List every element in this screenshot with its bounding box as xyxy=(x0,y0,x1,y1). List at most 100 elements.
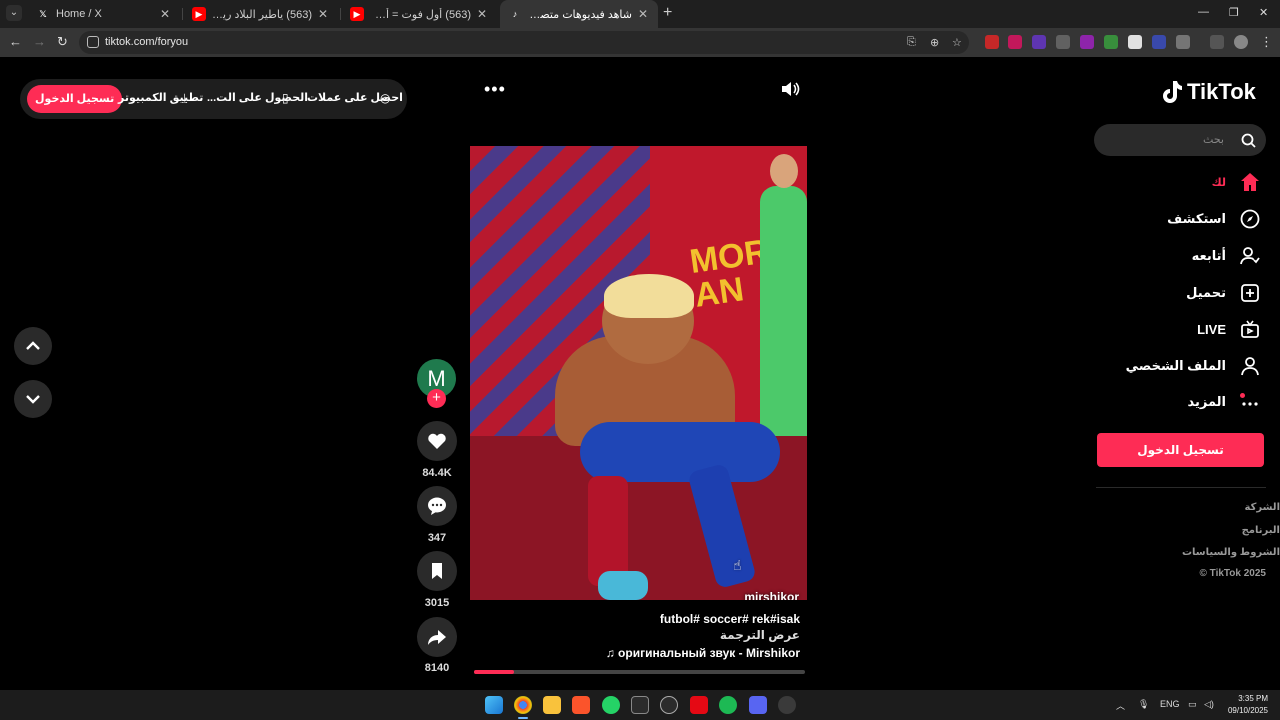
browser-tab-strip: ⌄ 𝕏 Home / X ✕ ▶ (563) ياطير البلاد ريمك… xyxy=(0,0,1280,28)
sidebar-item-for-you[interactable]: لك xyxy=(1212,170,1260,194)
tray-overflow-icon[interactable]: ︿ xyxy=(1116,699,1125,712)
sidebar-item-profile[interactable]: الملف الشخصي xyxy=(1126,354,1260,378)
sidebar-item-label: لك xyxy=(1211,176,1226,189)
like-count: 84.4K xyxy=(422,467,452,479)
search-icon xyxy=(1241,133,1256,148)
sidebar-item-more[interactable]: المزيد xyxy=(1187,390,1260,414)
close-window-icon[interactable]: ✕ xyxy=(1259,6,1268,19)
microphone-icon[interactable]: 🎙 xyxy=(1138,699,1149,710)
network-icon[interactable]: ▭ xyxy=(1188,699,1197,710)
follow-plus-icon[interactable]: + xyxy=(427,389,446,408)
video-player[interactable]: MORE AN mirshikor xyxy=(470,146,807,600)
login-button-sidebar[interactable]: تسجيل الدخول xyxy=(1097,433,1264,467)
desktop-app-link[interactable]: تطبيق الكمبيوتر xyxy=(118,91,203,104)
brave-icon[interactable] xyxy=(572,696,590,714)
windows-start-icon[interactable] xyxy=(485,696,503,714)
share-icon xyxy=(428,630,446,645)
comment-button[interactable] xyxy=(417,486,457,526)
bookmark-star-icon[interactable]: ☆ xyxy=(952,36,962,49)
sidebar-item-explore[interactable]: استكشف xyxy=(1167,207,1260,231)
get-app-link[interactable]: الحصول على الت... xyxy=(207,91,308,104)
new-tab-icon[interactable]: + xyxy=(663,4,672,22)
translate-link[interactable]: عرض الترجمة xyxy=(720,628,800,642)
file-explorer-icon[interactable] xyxy=(543,696,561,714)
reading-list-icon[interactable] xyxy=(1210,35,1224,49)
restore-icon[interactable]: ❐ xyxy=(1229,6,1239,19)
profile-avatar-icon[interactable] xyxy=(1234,35,1248,49)
volume-icon[interactable] xyxy=(780,81,800,102)
login-button-top[interactable]: تسجيل الدخول xyxy=(27,85,123,113)
spotify-icon[interactable] xyxy=(719,696,737,714)
address-bar[interactable]: tiktok.com/foryou ⎘ ⊕ ☆ xyxy=(79,31,969,54)
live-icon xyxy=(1240,319,1260,339)
extension-icon[interactable] xyxy=(1008,35,1022,49)
search-input[interactable]: بحث xyxy=(1094,124,1266,156)
like-button[interactable] xyxy=(417,421,457,461)
video-sound[interactable]: ♫ оригинальный звук - Mirshikor xyxy=(606,646,800,660)
system-clock[interactable]: 3:35 PM 09/10/2025 xyxy=(1228,693,1268,717)
footer-terms-link[interactable]: الشروط والسياسات xyxy=(1182,547,1280,558)
app-icon[interactable] xyxy=(778,696,796,714)
clock-date: 09/10/2025 xyxy=(1227,706,1268,715)
tab-youtube-1[interactable]: ▶ (563) ياطير البلاد ريمكس / YouTube ✕ xyxy=(184,0,338,28)
extension-icon[interactable] xyxy=(1080,35,1094,49)
sidebar-item-live[interactable]: LIVE xyxy=(1197,317,1260,341)
app-icon[interactable] xyxy=(631,696,649,714)
heart-icon xyxy=(428,433,446,449)
minimize-icon[interactable]: — xyxy=(1198,6,1209,18)
chrome-icon[interactable] xyxy=(514,696,532,719)
tab-x[interactable]: 𝕏 Home / X ✕ xyxy=(28,0,180,28)
extensions-puzzle-icon[interactable] xyxy=(1176,35,1190,49)
notification-dot xyxy=(1240,393,1245,398)
video-author[interactable]: mirshikor xyxy=(744,590,799,600)
save-button[interactable] xyxy=(417,551,457,591)
close-tab-icon[interactable]: ✕ xyxy=(158,7,172,21)
share-button[interactable] xyxy=(417,617,457,657)
video-hashtags[interactable]: futbol# soccer# rek#isak xyxy=(660,612,800,626)
speaker-icon[interactable]: ◁) xyxy=(1204,699,1214,710)
video-frame-player xyxy=(604,274,694,318)
close-tab-icon[interactable]: ✕ xyxy=(475,7,489,21)
phone-icon: ▯ xyxy=(282,91,289,105)
site-info-icon[interactable] xyxy=(87,36,99,48)
whatsapp-icon[interactable] xyxy=(602,696,620,714)
extension-icon[interactable] xyxy=(1152,35,1166,49)
close-tab-icon[interactable]: ✕ xyxy=(636,7,650,21)
close-tab-icon[interactable]: ✕ xyxy=(316,7,330,21)
tiktok-logo[interactable]: TikTok xyxy=(1161,79,1256,105)
app-icon[interactable] xyxy=(660,696,678,714)
tab-youtube-2[interactable]: ▶ (563) أول فوت = أول 0-15؟؟ (نتـ ✕ xyxy=(342,0,497,28)
language-indicator[interactable]: ENG xyxy=(1160,699,1180,709)
sidebar-item-following[interactable]: أتابعه xyxy=(1192,244,1260,268)
back-icon[interactable]: ← xyxy=(9,34,22,49)
sidebar-item-upload[interactable]: تحميل xyxy=(1186,281,1260,305)
discord-icon[interactable] xyxy=(749,696,767,714)
extension-icon[interactable] xyxy=(1104,35,1118,49)
forward-icon[interactable]: → xyxy=(33,34,46,49)
video-progress-bar[interactable] xyxy=(474,670,805,674)
search-placeholder: بحث xyxy=(1203,134,1224,146)
extension-icon[interactable] xyxy=(985,35,999,49)
music-note-icon: ♫ xyxy=(605,646,619,660)
footer-program-link[interactable]: البرنامج xyxy=(1242,525,1280,536)
extension-icon[interactable] xyxy=(1056,35,1070,49)
install-app-icon[interactable]: ⎘ xyxy=(907,36,916,49)
previous-video-button[interactable] xyxy=(14,327,52,365)
footer-company-link[interactable]: الشركة xyxy=(1245,502,1280,513)
video-frame-player xyxy=(598,571,648,600)
tiktok-page: تسجيل الدخول تطبيق الكمبيوتر ⤓ الحصول عل… xyxy=(0,57,1280,690)
next-video-button[interactable] xyxy=(14,380,52,418)
tab-tiktok[interactable]: ♪ شاهد فيديوهات متصدرة | TikTok ✕ xyxy=(500,0,658,28)
tab-search-icon[interactable]: ⌄ xyxy=(6,5,22,21)
extension-icon[interactable] xyxy=(1032,35,1046,49)
extension-icon[interactable] xyxy=(1128,35,1142,49)
chrome-menu-icon[interactable]: ⋮ xyxy=(1260,34,1273,50)
netflix-icon[interactable] xyxy=(690,696,708,714)
zoom-icon[interactable]: ⊕ xyxy=(930,36,939,49)
reload-icon[interactable]: ↻ xyxy=(57,34,68,50)
video-progress-fill xyxy=(474,670,514,674)
sidebar-item-label: أتابعه xyxy=(1191,248,1226,263)
following-icon xyxy=(1240,246,1260,266)
video-frame-figure xyxy=(760,186,807,446)
more-options-icon[interactable]: ••• xyxy=(484,79,506,100)
